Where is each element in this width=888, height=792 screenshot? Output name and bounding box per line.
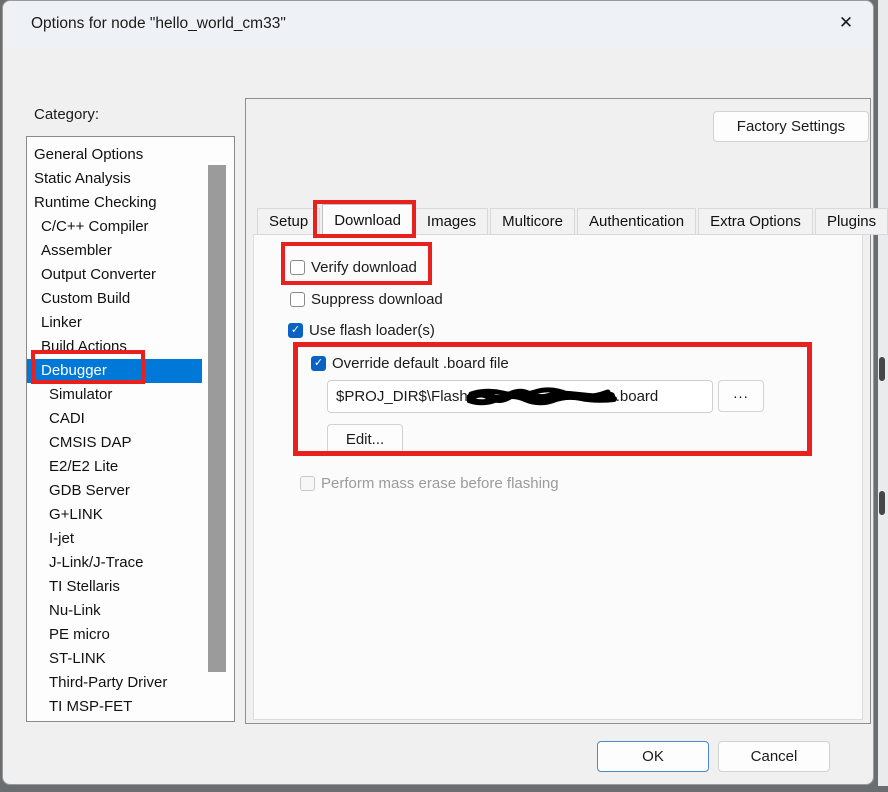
category-item-ti-msp-fet[interactable]: TI MSP-FET	[27, 695, 202, 719]
suppress-download-checkbox[interactable]: ✓	[290, 292, 305, 307]
category-item-debugger[interactable]: Debugger	[27, 359, 202, 383]
mass-erase-label: Perform mass erase before flashing	[321, 475, 559, 492]
screen: Options for node "hello_world_cm33" ✕ Ca…	[0, 0, 888, 792]
edit-button[interactable]: Edit...	[327, 424, 403, 455]
ellipsis-icon: ...	[733, 385, 749, 402]
tab-download[interactable]: Download	[322, 204, 413, 235]
category-item-st-link[interactable]: ST-LINK	[27, 647, 202, 671]
close-icon: ✕	[839, 13, 853, 33]
category-item-gdb-server[interactable]: GDB Server	[27, 479, 202, 503]
category-scrollbar[interactable]	[204, 138, 232, 720]
category-item-g-link[interactable]: G+LINK	[27, 503, 202, 527]
override-board-file-checkbox[interactable]: ✓	[311, 356, 326, 371]
factory-settings-button[interactable]: Factory Settings	[713, 111, 869, 142]
category-list-items: General OptionsStatic AnalysisRuntime Ch…	[27, 143, 202, 719]
category-item-linker[interactable]: Linker	[27, 311, 202, 335]
category-item-e2-e2-lite[interactable]: E2/E2 Lite	[27, 455, 202, 479]
category-item-static-analysis[interactable]: Static Analysis	[27, 167, 202, 191]
board-file-path-suffix: .board	[616, 388, 659, 405]
category-item-runtime-checking[interactable]: Runtime Checking	[27, 191, 202, 215]
check-icon: ✓	[291, 325, 300, 336]
tab-multicore[interactable]: Multicore	[490, 208, 575, 235]
check-icon: ✓	[314, 358, 323, 369]
category-item-pe-micro[interactable]: PE micro	[27, 623, 202, 647]
use-flash-loaders-checkbox[interactable]: ✓	[288, 323, 303, 338]
ok-button[interactable]: OK	[597, 741, 709, 772]
mass-erase-row: ✓ Perform mass erase before flashing	[300, 473, 559, 493]
category-item-build-actions[interactable]: Build Actions	[27, 335, 202, 359]
background-artifact	[879, 491, 885, 515]
category-item-j-link-j-trace[interactable]: J-Link/J-Trace	[27, 551, 202, 575]
category-item-cadi[interactable]: CADI	[27, 407, 202, 431]
suppress-download-row[interactable]: ✓ Suppress download	[290, 289, 443, 309]
category-item-ti-stellaris[interactable]: TI Stellaris	[27, 575, 202, 599]
override-board-file-row[interactable]: ✓ Override default .board file	[311, 353, 509, 373]
category-item-custom-build[interactable]: Custom Build	[27, 287, 202, 311]
board-file-input[interactable]: $PROJ_DIR$\Flash .board	[327, 380, 713, 413]
title-bar[interactable]: Options for node "hello_world_cm33" ✕	[3, 1, 873, 47]
browse-button[interactable]: ...	[718, 380, 764, 412]
use-flash-loaders-row[interactable]: ✓ Use flash loader(s)	[288, 320, 435, 340]
category-item-cmsis-dap[interactable]: CMSIS DAP	[27, 431, 202, 455]
cancel-button[interactable]: Cancel	[718, 741, 830, 772]
category-item-nu-link[interactable]: Nu-Link	[27, 599, 202, 623]
background-artifact	[879, 357, 885, 381]
category-item-general-options[interactable]: General Options	[27, 143, 202, 167]
verify-download-checkbox[interactable]: ✓	[290, 260, 305, 275]
tab-extra-options[interactable]: Extra Options	[698, 208, 813, 235]
tab-images[interactable]: Images	[415, 208, 488, 235]
close-button[interactable]: ✕	[827, 6, 865, 40]
category-item-simulator[interactable]: Simulator	[27, 383, 202, 407]
category-item-i-jet[interactable]: I-jet	[27, 527, 202, 551]
category-list: General OptionsStatic AnalysisRuntime Ch…	[26, 136, 235, 722]
category-item-third-party-driver[interactable]: Third-Party Driver	[27, 671, 202, 695]
mass-erase-checkbox: ✓	[300, 476, 315, 491]
dialog-title: Options for node "hello_world_cm33"	[31, 1, 286, 47]
scrollbar-thumb[interactable]	[208, 165, 226, 672]
tab-authentication[interactable]: Authentication	[577, 208, 696, 235]
category-label: Category:	[34, 106, 99, 123]
verify-download-label: Verify download	[311, 259, 417, 276]
category-item-output-converter[interactable]: Output Converter	[27, 263, 202, 287]
redaction-scribble-icon	[467, 387, 617, 407]
tab-setup[interactable]: Setup	[257, 208, 320, 235]
tab-plugins[interactable]: Plugins	[815, 208, 888, 235]
board-file-path-prefix: $PROJ_DIR$\Flash	[336, 388, 468, 405]
category-item-assembler[interactable]: Assembler	[27, 239, 202, 263]
tab-strip: SetupDownloadImagesMulticoreAuthenticati…	[257, 204, 888, 235]
background-window-strip	[878, 0, 888, 786]
use-flash-loaders-label: Use flash loader(s)	[309, 322, 435, 339]
category-item-c-c-compiler[interactable]: C/C++ Compiler	[27, 215, 202, 239]
options-dialog: Options for node "hello_world_cm33" ✕ Ca…	[2, 0, 874, 785]
override-board-file-label: Override default .board file	[332, 355, 509, 372]
suppress-download-label: Suppress download	[311, 291, 443, 308]
verify-download-row[interactable]: ✓ Verify download	[290, 257, 417, 277]
